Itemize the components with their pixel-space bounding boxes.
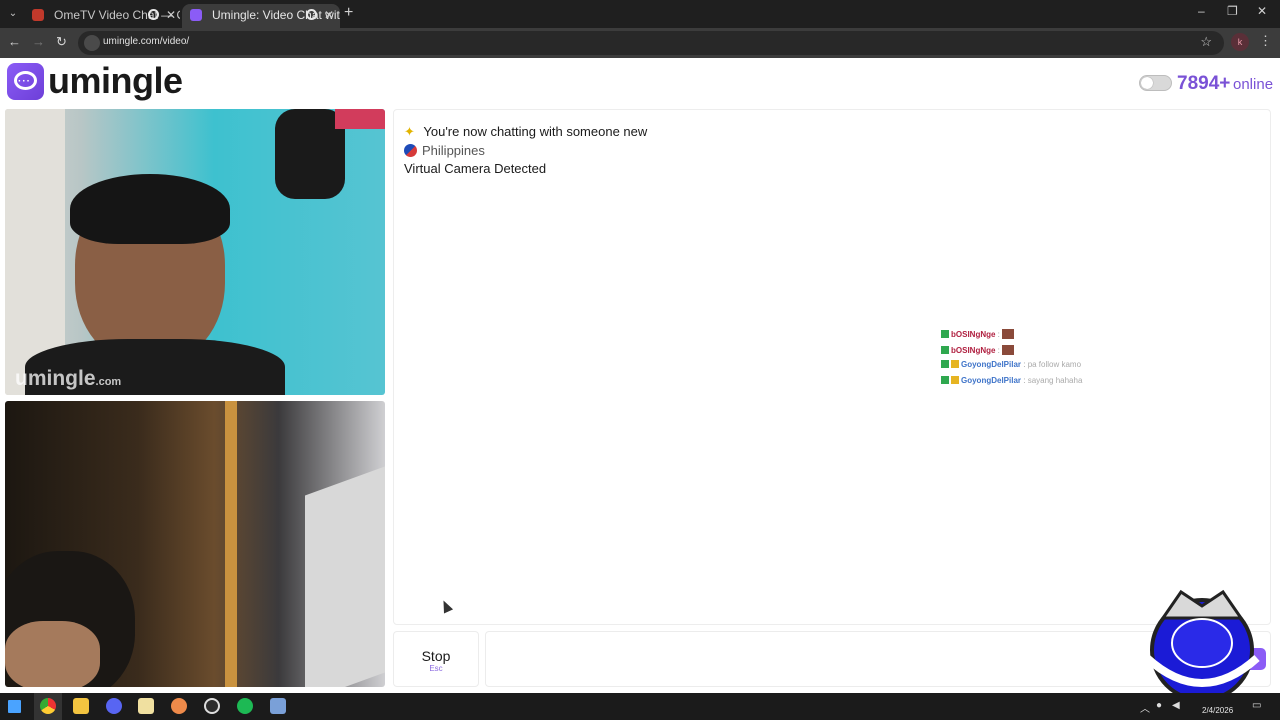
recording-icon xyxy=(306,9,317,20)
virtual-camera-notice: Virtual Camera Detected xyxy=(404,161,547,176)
toggle-knob xyxy=(1141,77,1153,89)
badge-icon xyxy=(941,375,949,384)
chrome-icon[interactable] xyxy=(40,698,56,714)
overlay-chat-row: GoyongDelPilar : pa follow kamo xyxy=(941,360,1111,376)
stop-button[interactable]: Stop Esc xyxy=(393,631,479,687)
ometv-favicon-icon xyxy=(32,9,44,21)
badge-icon xyxy=(951,375,959,384)
address-bar: ← → ↻ umingle.com/video/ ☆ k ⋮ xyxy=(0,28,1280,58)
sparkle-icon: ✦ xyxy=(404,124,415,139)
site-info-icon[interactable] xyxy=(84,35,100,51)
spotify-icon[interactable] xyxy=(237,698,253,714)
new-tab-button[interactable]: + xyxy=(344,4,353,22)
stop-shortcut-hint: Esc xyxy=(429,664,443,673)
online-label: online xyxy=(1233,76,1274,93)
tab-title: Umingle: Video Chat with St xyxy=(212,8,340,22)
umingle-favicon-icon xyxy=(190,9,202,21)
stranger-video: umingle.com xyxy=(5,109,385,395)
microphone-icon[interactable]: ● xyxy=(1156,700,1162,711)
taskbar-date[interactable]: 2/4/2026 xyxy=(1202,695,1233,715)
files-icon[interactable] xyxy=(138,698,154,714)
app-icon[interactable] xyxy=(171,698,187,714)
umingle-watermark: umingle.com xyxy=(15,367,122,390)
umingle-logo-icon[interactable]: ··· xyxy=(7,63,44,100)
stop-label: Stop xyxy=(421,648,451,664)
bookmark-star-icon[interactable]: ☆ xyxy=(1200,34,1212,50)
close-tab-icon[interactable]: ✕ xyxy=(166,4,176,26)
file-explorer-icon[interactable] xyxy=(73,698,89,714)
theme-toggle[interactable] xyxy=(1139,75,1172,91)
overlay-chat-row: GoyongDelPilar : sayang hahaha xyxy=(941,375,1111,392)
overlay-chat-row: bOSINgNge : xyxy=(941,329,1111,345)
tab-umingle[interactable]: Umingle: Video Chat with St ✕ xyxy=(182,4,340,28)
tab-search-icon[interactable]: ⌄ xyxy=(4,5,22,23)
volume-icon[interactable]: ◀ xyxy=(1172,700,1180,711)
browser-menu-icon[interactable]: ⋮ xyxy=(1259,33,1272,49)
philippines-flag-icon xyxy=(404,144,417,157)
omnibox[interactable]: umingle.com/video/ ☆ xyxy=(78,31,1224,55)
streamer-badge-logo xyxy=(1144,589,1260,702)
windows-taskbar: ︿ ● ◀ 2/4/2026 ▭ xyxy=(0,693,1280,720)
notifications-icon[interactable]: ▭ xyxy=(1252,700,1261,711)
stranger-country: Philippines xyxy=(404,143,485,158)
close-window-button[interactable]: ✕ xyxy=(1257,4,1267,18)
chat-log: ✦ You're now chatting with someone new P… xyxy=(393,109,1271,625)
overlay-chat-row: bOSINgNge : xyxy=(941,344,1111,361)
badge-icon xyxy=(941,345,949,354)
tab-title: OmeTV Video Chat — Ome xyxy=(54,8,180,22)
tab-ometv[interactable]: OmeTV Video Chat — Ome ✕ xyxy=(24,4,180,28)
badge-icon xyxy=(951,360,959,368)
obs-icon[interactable] xyxy=(204,698,220,714)
badge-icon xyxy=(941,330,949,338)
stream-overlay-chat: bOSINgNge : bOSINgNge : GoyongDelPilar :… xyxy=(941,329,1111,391)
site-logo-text[interactable]: umingle xyxy=(48,60,183,102)
close-tab-icon[interactable]: ✕ xyxy=(324,4,334,26)
badge-icon xyxy=(941,360,949,368)
restore-button[interactable]: ❐ xyxy=(1227,4,1238,18)
emote-icon xyxy=(1002,344,1015,355)
self-video xyxy=(5,401,385,687)
online-count: 7894+ xyxy=(1177,73,1231,94)
recording-icon xyxy=(148,9,159,20)
windows-start-icon[interactable] xyxy=(8,700,21,713)
url-text[interactable]: umingle.com/video/ xyxy=(103,36,189,47)
profile-avatar[interactable]: k xyxy=(1231,33,1249,51)
emote-icon xyxy=(1002,329,1015,339)
chat-status-message: ✦ You're now chatting with someone new xyxy=(404,124,648,139)
reload-icon[interactable]: ↻ xyxy=(56,34,67,50)
tool-icon[interactable] xyxy=(270,698,286,714)
forward-icon[interactable]: → xyxy=(32,34,45,49)
tray-chevron-icon[interactable]: ︿ xyxy=(1140,700,1150,715)
minimize-button[interactable]: – xyxy=(1198,4,1205,18)
browser-tab-bar: ⌄ OmeTV Video Chat — Ome ✕ Umingle: Vide… xyxy=(0,0,1280,28)
discord-icon[interactable] xyxy=(106,698,122,714)
back-icon[interactable]: ← xyxy=(8,34,21,49)
